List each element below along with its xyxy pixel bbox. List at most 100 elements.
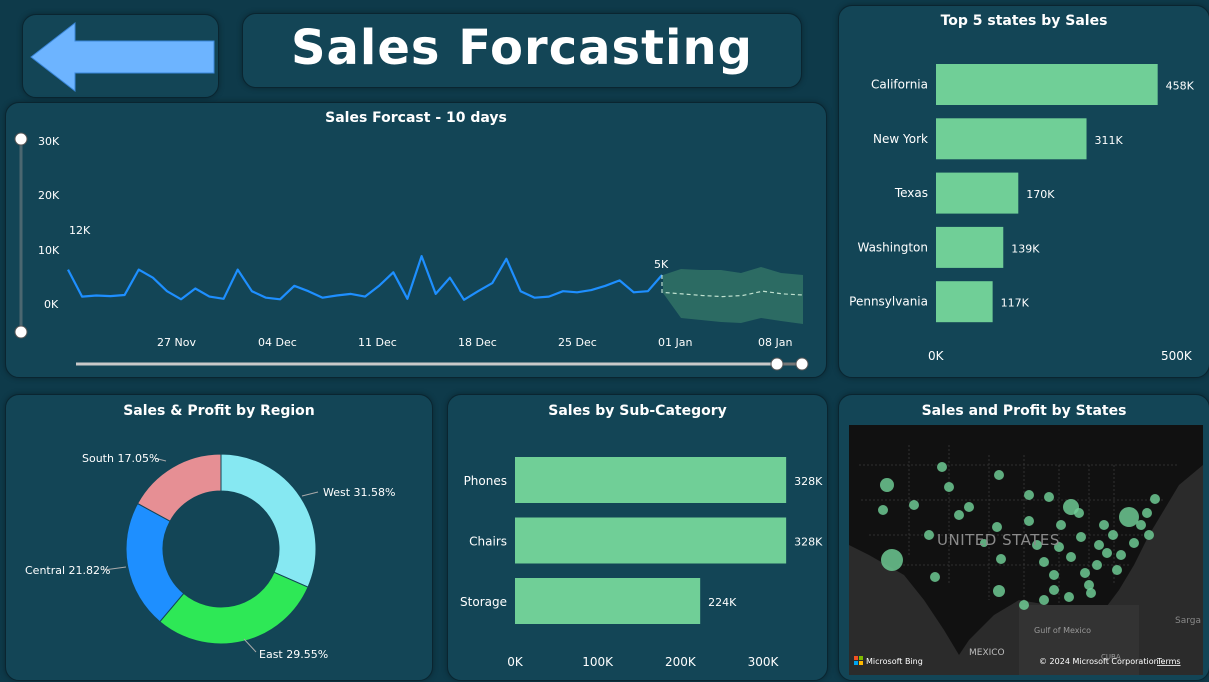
subcategory-label: Storage — [460, 595, 507, 609]
start-value-label: 12K — [69, 224, 91, 237]
map-bubble — [1076, 532, 1086, 542]
leader-line-east — [243, 638, 257, 653]
map-bubble — [1102, 548, 1112, 558]
map-bubble — [1092, 560, 1102, 570]
region-donut-chart: West 31.58% East 29.55% Central 21.82% S… — [25, 452, 395, 661]
map-bubble — [1144, 530, 1154, 540]
donut-slice-east — [159, 571, 309, 645]
back-button[interactable] — [22, 14, 219, 98]
y-range-handle-bottom[interactable] — [14, 325, 28, 339]
x-range-handle-left[interactable] — [770, 357, 784, 371]
y-tick-label: 10K — [38, 244, 60, 257]
map-bubble — [1044, 492, 1054, 502]
x-tick-label: 25 Dec — [558, 336, 597, 349]
us-map[interactable]: UNITED STATES MEXICO Gulf of Mexico CUBA… — [849, 425, 1203, 675]
map-bubble — [930, 572, 940, 582]
x-range-handle-right[interactable] — [795, 357, 809, 371]
y-range-handle-top[interactable] — [14, 132, 28, 146]
map-bubble — [1142, 508, 1152, 518]
y-tick-label: 20K — [38, 189, 60, 202]
map-bubble — [1064, 592, 1074, 602]
slice-label-west: West 31.58% — [323, 486, 395, 499]
map-bubble — [1039, 595, 1049, 605]
x-tick-label: 11 Dec — [358, 336, 397, 349]
subcategory-value-label: 328K — [794, 475, 823, 488]
forecast-confidence-band — [663, 267, 803, 324]
x-tick-label: 300K — [748, 655, 780, 669]
map-bubble — [996, 554, 1006, 564]
subcategory-value-label: 328K — [794, 536, 823, 549]
x-tick-label: 100K — [582, 655, 614, 669]
x-tick-label: 08 Jan — [758, 336, 792, 349]
map-bubble — [924, 530, 934, 540]
map-bubble — [1150, 494, 1160, 504]
map-bubble — [1049, 570, 1059, 580]
subcategory-bar — [515, 578, 701, 624]
x-axis-max-label: 500K — [1161, 349, 1193, 363]
state-bar — [936, 226, 1004, 268]
map-title: Sales and Profit by States — [921, 403, 1127, 419]
map-bubble — [1024, 516, 1034, 526]
back-arrow-icon — [30, 21, 215, 93]
x-tick-label: 18 Dec — [458, 336, 497, 349]
map-bubble — [881, 549, 903, 571]
x-axis-min-label: 0K — [928, 349, 945, 363]
map-bubble — [880, 478, 894, 492]
subcategory-card: Sales by Sub-Category Phones 328K Chairs 32… — [447, 394, 828, 681]
map-country-label: UNITED STATES — [937, 531, 1060, 549]
forecast-chart: 30K 20K 10K 0K 12K 5K 27 Nov 04 Dec 11 D… — [14, 132, 809, 371]
map-bubble — [1086, 588, 1096, 598]
subcategory-value-label: 224K — [708, 596, 737, 609]
subcategory-bar — [515, 517, 787, 564]
state-label: Washington — [857, 240, 928, 254]
map-bubble — [1039, 557, 1049, 567]
map-card: Sales and Profit by States UNITED STATES… — [838, 394, 1209, 681]
map-bubble — [1056, 520, 1066, 530]
state-bar — [936, 281, 993, 323]
map-bubble — [1094, 540, 1104, 550]
state-value-label: 117K — [1001, 297, 1030, 310]
map-bubble — [993, 585, 1005, 597]
top-states-chart: California 458K New York 311K Texas 170K Washi… — [849, 64, 1195, 363]
map-bubble — [1066, 552, 1076, 562]
slice-label-east: East 29.55% — [259, 648, 328, 661]
donut-slice-central — [125, 502, 185, 623]
state-label: Texas — [894, 186, 928, 200]
map-mexico-label: MEXICO — [969, 648, 1005, 658]
map-bubble — [954, 510, 964, 520]
map-terms-link[interactable]: Terms — [1156, 657, 1181, 666]
title-banner: Sales Forcasting — [242, 13, 802, 88]
map-bubble — [1112, 565, 1122, 575]
region-card: Sales & Profit by Region West 31.58% Eas… — [5, 394, 433, 681]
map-bubble — [937, 462, 947, 472]
map-bubble — [1136, 520, 1146, 530]
x-tick-label: 01 Jan — [658, 336, 692, 349]
subcategory-bar — [515, 457, 787, 503]
map-bubble — [1119, 507, 1139, 527]
subcategory-chart: Phones 328K Chairs 328K Storage 224K 0K 100K 200… — [460, 457, 823, 669]
map-bubble — [1080, 568, 1090, 578]
state-label: Pennsylvania — [849, 295, 928, 309]
page-title: Sales Forcasting — [290, 20, 754, 76]
donut-slice-west — [220, 453, 317, 588]
map-bubble — [1019, 600, 1029, 610]
subcategory-label: Chairs — [469, 535, 507, 549]
map-bubble — [1099, 520, 1109, 530]
forecast-card: Sales Forcast - 10 days 30K 20K 10K 0K 1… — [5, 102, 827, 378]
top-states-card: Top 5 states by Sales California 458K New … — [838, 5, 1209, 378]
map-bubble — [994, 470, 1004, 480]
series-line-actual — [67, 255, 663, 301]
map-sargasso-label: Sarga — [1175, 616, 1201, 626]
state-value-label: 311K — [1095, 134, 1124, 147]
map-bubble — [1063, 499, 1079, 515]
map-bing-label: Microsoft Bing — [866, 657, 923, 666]
map-bubble — [1129, 538, 1139, 548]
state-value-label: 139K — [1011, 242, 1040, 255]
state-bar — [936, 64, 1158, 105]
map-bubble — [909, 500, 919, 510]
x-tick-label: 27 Nov — [157, 336, 196, 349]
y-tick-label: 30K — [38, 135, 60, 148]
map-bubble — [1049, 585, 1059, 595]
x-tick-label: 0K — [507, 655, 524, 669]
map-bubble — [944, 482, 954, 492]
